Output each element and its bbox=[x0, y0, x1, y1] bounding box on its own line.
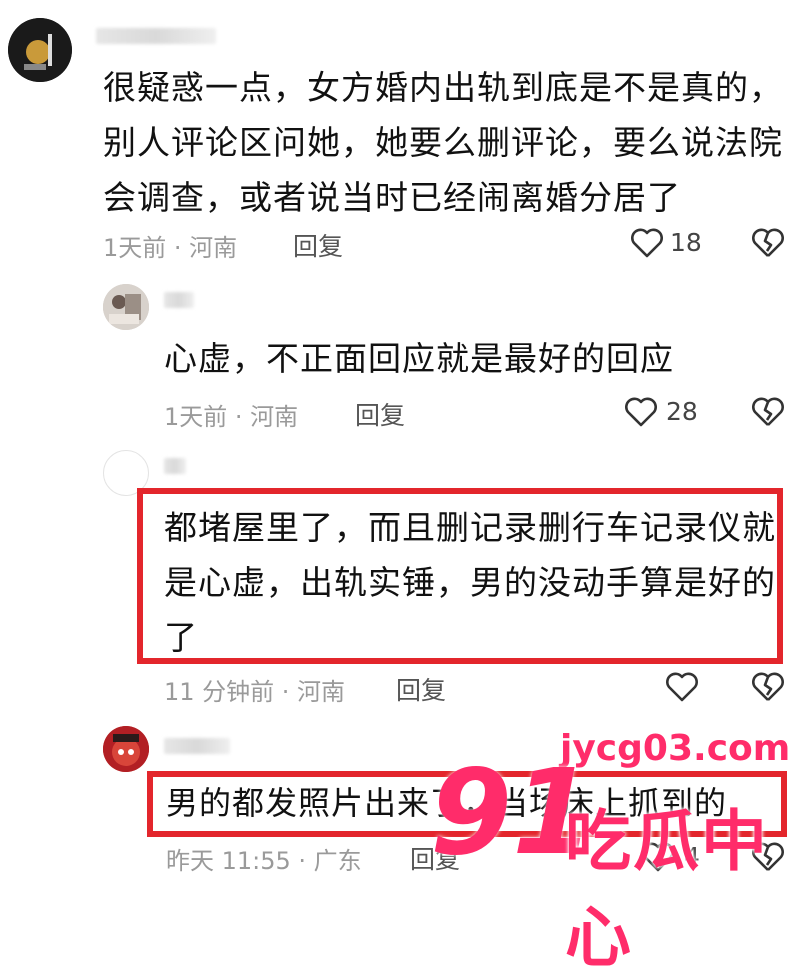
comment-line: 都堵屋里了，而且删记录删行车记录仪就 bbox=[164, 508, 776, 547]
comment-text: 很疑惑一点，女方婚内出轨到底是不是真的， 别人评论区问她，她要么删评论，要么说法… bbox=[103, 60, 783, 225]
like-count: 18 bbox=[670, 228, 702, 257]
comment-meta: 昨天 11:55 · 广东 bbox=[166, 847, 362, 875]
like-count: 28 bbox=[666, 397, 698, 426]
comment-line: 了 bbox=[164, 618, 198, 657]
comment-meta: 1天前 · 河南 bbox=[103, 234, 238, 262]
heart-outline-icon[interactable] bbox=[665, 671, 699, 703]
comment-text: 都堵屋里了，而且删记录删行车记录仪就 是心虚，出轨实锤，男的没动手算是好的 了 bbox=[164, 500, 776, 665]
username[interactable] bbox=[164, 738, 230, 754]
heart-outline-icon[interactable] bbox=[630, 227, 664, 259]
comment-line: 心虚，不正面回应就是最好的回应 bbox=[164, 339, 674, 378]
comment-text: 心虚，不正面回应就是最好的回应 bbox=[164, 331, 674, 386]
reply-button[interactable]: 回复 bbox=[293, 227, 343, 263]
watermark-domain: jycg03.com bbox=[560, 728, 791, 769]
comment-line: 是心虚，出轨实锤，男的没动手算是好的 bbox=[164, 563, 776, 602]
comment-meta: 11 分钟前 · 河南 bbox=[164, 678, 346, 706]
avatar-image bbox=[103, 284, 149, 330]
broken-heart-icon[interactable] bbox=[751, 671, 785, 703]
reply-button[interactable]: 回复 bbox=[396, 671, 446, 707]
comment-line: 很疑惑一点，女方婚内出轨到底是不是真的， bbox=[103, 68, 783, 107]
watermark: jycg03.com 91 吃瓜中心 bbox=[420, 728, 800, 976]
avatar[interactable] bbox=[103, 284, 149, 330]
avatar-image bbox=[8, 18, 72, 82]
comment-line: 别人评论区问她，她要么删评论，要么说法院 bbox=[103, 123, 783, 162]
reply-button[interactable]: 回复 bbox=[355, 396, 405, 432]
heart-outline-icon[interactable] bbox=[624, 396, 658, 428]
broken-heart-icon[interactable] bbox=[751, 227, 785, 259]
username[interactable] bbox=[96, 28, 216, 44]
watermark-brand: 吃瓜中心 bbox=[565, 803, 769, 976]
avatar[interactable] bbox=[8, 18, 72, 82]
comment-line: 会调查，或者说当时已经闹离婚分居了 bbox=[103, 178, 681, 217]
username[interactable] bbox=[164, 458, 186, 474]
avatar-image bbox=[103, 726, 149, 772]
comment-meta: 1天前 · 河南 bbox=[164, 403, 299, 431]
username[interactable] bbox=[164, 292, 194, 308]
avatar[interactable] bbox=[103, 726, 149, 772]
broken-heart-icon[interactable] bbox=[751, 396, 785, 428]
